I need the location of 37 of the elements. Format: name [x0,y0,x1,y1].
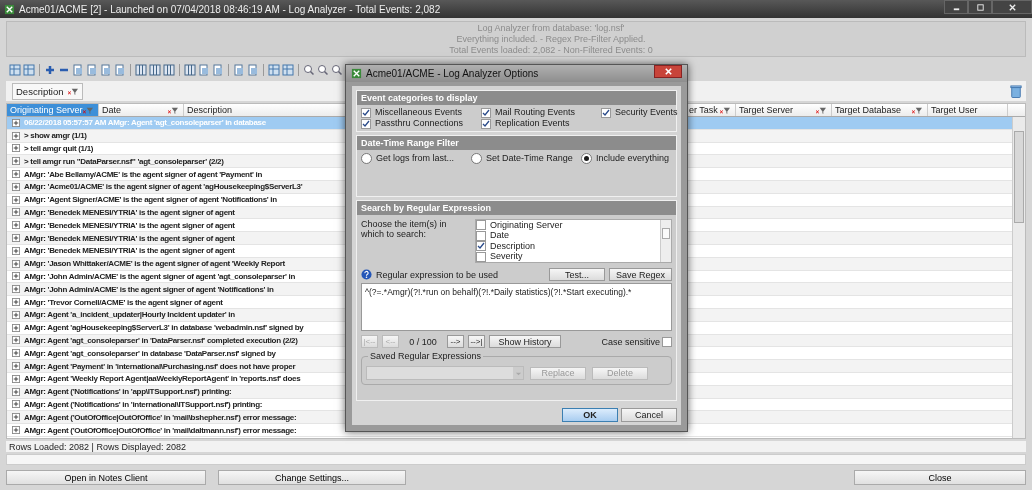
row-text: AMgr: 'Benedek MENESI/YTRIA' is the agent signer of agent [24,207,235,217]
section-header: Date-Time Range Filter [357,136,676,150]
dialog-title: Acme01/ACME - Log Analyzer Options [366,68,540,79]
row-text: AMgr: Agent ('OutOfOffice|OutOfOffice' in 'mail\bshepher.nsf') error message: [24,412,297,422]
row-text: 06/22/2018 05:57:57 AM AMgr: Agent 'agt_consoleparser' in database [24,118,266,128]
row-text: AMgr: 'Agent Signer/ACME' is the agent signer of agent 'Notifications' in [24,195,277,205]
row-text: AMgr: Agent 'Payment' in 'international\Purchasing.nsf' does not have proper [24,361,296,371]
row-text: AMgr: Agent 'a_incident_updater|Hourly Incident updater' in [24,310,235,320]
expression-label: Regular expression to be used [376,269,500,280]
group-legend: Saved Regular Expressions [368,351,484,361]
row-text: AMgr: Agent 'agHousekeeping$ServerL3' in database 'webadmin.nsf' signed by [24,323,304,333]
row-text: > show amgr (1/1) [24,131,87,141]
row-text: AMgr: 'Benedek MENESI/YTRIA' is the agent signer of agent [24,220,235,230]
row-text: AMgr: Agent 'Weekly Report Agent|aaWeeklyReportAgent' in 'reports.nsf' does [24,374,301,384]
info-text: Everything included. - Regex Pre-Filter Applied. [456,33,646,45]
row-text: AMgr: 'Benedek MENESI/YTRIA' is the agent signer of agent [24,233,235,243]
row-text: AMgr: Agent ('OutOfOffice|OutOfOffice' in 'mail\daltmann.nsf') error message: [24,425,297,435]
info-text: Log Analyzer from database: 'log.nsf' [477,22,625,34]
row-text: AMgr: 'John Admin/ACME' is the agent signer of agent 'Notifications' in [24,284,274,294]
history-counter: 0 / 100 [408,336,438,347]
row-text: AMgr: 'Benedek MENESI/YTRIA' is the agent signer of agent [24,246,235,256]
chip-label: Description [16,85,64,97]
row-text: > tell amgr quit (1/1) [24,144,94,153]
row-text: AMgr: 'John Admin/ACME' is the agent signer of agent 'agt_consoleparser' in [24,271,296,281]
row-text: AMgr: 'Trevor Cornell/ACME' is the agent signer of agent [24,297,223,307]
row-text: AMgr: 'Abe Bellamy/ACME' is the agent signer of agent 'Payment' in [24,169,263,179]
row-text: AMgr: 'Jason Whittaker/ACME' is the agent signer of agent 'Weekly Report [24,259,285,269]
status-text: Rows Loaded: 2082 | Rows Displayed: 2082 [9,441,186,452]
window-title: Acme01/ACME [2] - Launched on 07/04/2018 08:46:19 AM - Log Analyzer - Total Events: 2,082 [19,3,442,15]
section-header: Event categories to display [357,91,676,105]
section-header: Search by Regular Expression [357,201,676,215]
row-text: AMgr: Agent 'agt_consoleparser' in database 'DataParser.nsf' signed by [24,348,276,358]
row-text: AMgr: Agent ('Notifications' in 'app\ITSupport.nsf') printing: [24,387,232,397]
row-text: AMgr: Agent ('Notifications' in 'international\ITSupport.nsf') printing: [24,399,263,409]
row-text: AMgr: Agent 'agt_consoleparser' in 'DataParser.nsf' completed execution (2/2) [24,335,298,345]
row-text: AMgr: 'Acme01/ACME' is the agent signer of agent 'agHousekeeping$ServerL3' [24,182,303,192]
row-text: > tell amgr run "DataParser.nsf" 'agt_consoleparser' (2/2) [24,156,224,166]
